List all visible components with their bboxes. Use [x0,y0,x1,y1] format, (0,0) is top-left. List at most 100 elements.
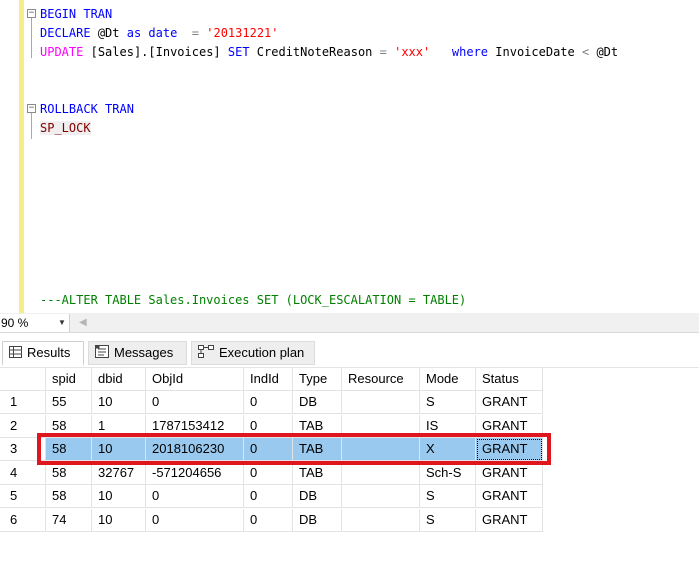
column-name: CreditNoteReason [256,45,373,59]
zoom-dropdown[interactable]: 90 % ▼ [0,314,70,332]
cell-resource[interactable] [342,414,420,438]
messages-icon [95,343,109,365]
keyword: TRAN [105,102,134,116]
row-number[interactable]: 6 [0,508,46,532]
cell-indid[interactable]: 0 [244,391,293,414]
cell-dbid[interactable]: 10 [92,391,146,414]
row-number[interactable]: 2 [0,414,46,438]
cell-status[interactable]: GRANT [476,461,543,485]
cell-status[interactable]: GRANT [476,391,543,414]
cell-status[interactable]: GRANT [476,508,543,532]
cell-type[interactable]: DB [293,485,342,508]
cell-resource[interactable] [342,438,420,461]
cell-resource[interactable] [342,461,420,485]
table-name: [Sales].[Invoices] [90,45,221,59]
row-number[interactable]: 1 [0,391,46,414]
cell-spid[interactable]: 58 [46,485,92,508]
collapse-toggle-icon[interactable]: − [27,9,36,18]
cell-objid[interactable]: 1787153412 [146,414,244,438]
column-header-indid[interactable]: IndId [244,368,293,391]
grid-corner-cell[interactable] [0,368,46,391]
results-tab-strip: Results Messages Execution plan [0,337,699,367]
query-editor[interactable]: − − BEGIN TRAN DECLARE @Dt as date = '20… [0,0,699,313]
cell-mode[interactable]: S [420,508,476,532]
keyword: BEGIN [40,7,77,21]
results-grid[interactable]: spid dbid ObjId IndId Type Resource Mode Status… [0,367,699,585]
code-line-begin-tran[interactable]: BEGIN TRAN [40,5,112,23]
cell-type[interactable]: DB [293,508,342,532]
keyword: as [126,26,142,40]
cell-spid[interactable]: 58 [46,414,92,438]
cell-dbid[interactable]: 10 [92,438,146,461]
cell-indid[interactable]: 0 [244,508,293,532]
column-header-objid[interactable]: ObjId [146,368,244,391]
cell-dbid[interactable]: 1 [92,414,146,438]
cell-objid[interactable]: -571204656 [146,461,244,485]
cell-dbid[interactable]: 32767 [92,461,146,485]
cell-spid[interactable]: 58 [46,461,92,485]
keyword: UPDATE [40,45,84,59]
tab-label: Results [27,345,71,360]
row-number[interactable]: 5 [0,485,46,508]
outline-line [31,18,32,58]
code-line-sp-lock[interactable]: SP_LOCK [40,119,91,137]
tab-execution-plan[interactable]: Execution plan [191,341,315,365]
collapse-toggle-icon[interactable]: − [27,104,36,113]
cell-spid[interactable]: 58 [46,438,92,461]
cell-dbid[interactable]: 10 [92,485,146,508]
cell-status[interactable]: GRANT [476,485,543,508]
cell-resource[interactable] [342,508,420,532]
cell-dbid[interactable]: 10 [92,508,146,532]
cell-spid[interactable]: 55 [46,391,92,414]
cell-objid[interactable]: 0 [146,485,244,508]
column-header-dbid[interactable]: dbid [92,368,146,391]
string-literal: 'xxx' [394,45,431,59]
cell-mode[interactable]: S [420,485,476,508]
operator: = [379,45,387,59]
column-header-resource[interactable]: Resource [342,368,420,391]
cell-type[interactable]: DB [293,391,342,414]
cell-indid[interactable]: 0 [244,438,293,461]
keyword: where [451,45,489,59]
cell-resource[interactable] [342,485,420,508]
cell-mode[interactable]: IS [420,414,476,438]
operator: < [581,45,590,59]
cell-mode[interactable]: X [420,438,476,461]
cell-indid[interactable]: 0 [244,485,293,508]
tab-results[interactable]: Results [2,341,84,365]
code-line-rollback[interactable]: ROLLBACK TRAN [40,100,134,118]
scroll-left-icon[interactable]: ◀ [79,314,87,332]
cell-status[interactable]: GRANT [476,438,543,461]
code-line-comment[interactable]: ---ALTER TABLE Sales.Invoices SET (LOCK_… [40,291,466,309]
cell-objid[interactable]: 2018106230 [146,438,244,461]
chevron-down-icon[interactable]: ▼ [58,314,66,332]
cell-indid[interactable]: 0 [244,414,293,438]
column-header-spid[interactable]: spid [46,368,92,391]
cell-spid[interactable]: 74 [46,508,92,532]
cell-objid[interactable]: 0 [146,508,244,532]
tab-messages[interactable]: Messages [88,341,187,365]
outline-line [31,113,32,139]
code-line-update[interactable]: UPDATE [Sales].[Invoices] SET CreditNote… [40,43,618,61]
string-literal: '20131221' [206,26,279,40]
column-header-mode[interactable]: Mode [420,368,476,391]
cell-status[interactable]: GRANT [476,414,543,438]
keyword: SET [227,45,250,59]
cell-type[interactable]: TAB [293,414,342,438]
tab-label: Messages [114,345,174,360]
cell-indid[interactable]: 0 [244,461,293,485]
code-line-declare[interactable]: DECLARE @Dt as date = '20131221' [40,24,279,42]
row-number[interactable]: 3 [0,438,46,461]
grid-icon [9,343,22,365]
cell-mode[interactable]: Sch-S [420,461,476,485]
cell-type[interactable]: TAB [293,461,342,485]
cell-resource[interactable] [342,391,420,414]
procedure-name: SP_LOCK [40,121,91,135]
column-header-status[interactable]: Status [476,368,543,391]
type-keyword: date [148,26,178,40]
cell-mode[interactable]: S [420,391,476,414]
column-header-type[interactable]: Type [293,368,342,391]
cell-type[interactable]: TAB [293,438,342,461]
row-number[interactable]: 4 [0,461,46,485]
cell-objid[interactable]: 0 [146,391,244,414]
